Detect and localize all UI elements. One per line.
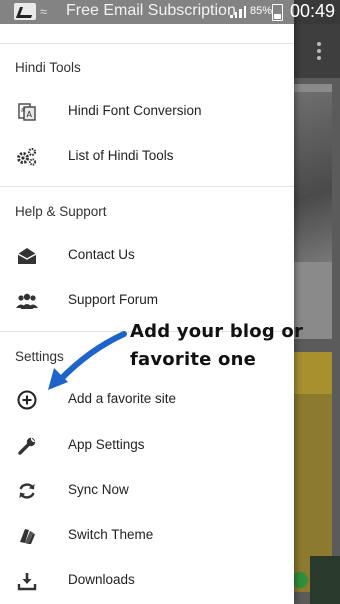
menu-item-label: Switch Theme	[68, 527, 154, 542]
menu-item-support-forum[interactable]: Support Forum	[0, 279, 294, 323]
wifi-icon: ≈	[40, 4, 48, 19]
menu-item-downloads[interactable]: Downloads	[0, 559, 294, 603]
status-bar: ≈ Free Email Subscription 85% 00:49	[0, 0, 340, 24]
menu-item-label: Support Forum	[68, 292, 159, 307]
menu-item-switch-theme[interactable]: Switch Theme	[0, 514, 294, 558]
menu-item-sync-now[interactable]: Sync Now	[0, 469, 294, 513]
battery-icon	[272, 4, 283, 21]
background-strip	[310, 556, 340, 604]
menu-item-app-settings[interactable]: App Settings	[0, 424, 294, 468]
signal-icon	[230, 6, 246, 18]
navigation-drawer: Hindi Tools Aअ Hindi Font Conversion Lis…	[0, 0, 294, 604]
divider	[0, 186, 294, 187]
menu-item-list-of-hindi-tools[interactable]: List of Hindi Tools	[0, 135, 294, 179]
section-header-hindi-tools: Hindi Tools	[15, 60, 81, 75]
background-card-image	[294, 92, 332, 262]
annotation-line: Add your blog or	[130, 321, 304, 342]
menu-item-label: List of Hindi Tools	[68, 148, 174, 163]
app-notification-icon	[14, 3, 36, 20]
svg-text:अ: अ	[21, 107, 26, 114]
battery-percent: 85%	[250, 5, 273, 17]
font-conversion-icon: Aअ	[16, 102, 38, 122]
menu-item-contact-us[interactable]: Contact Us	[0, 234, 294, 278]
wrench-icon	[16, 436, 38, 456]
menu-item-label: App Settings	[68, 437, 145, 452]
overflow-menu-icon[interactable]	[316, 42, 322, 60]
svg-text:A: A	[27, 110, 33, 119]
background-card	[294, 84, 332, 339]
section-header-help-support: Help & Support	[15, 204, 107, 219]
menu-item-hindi-font-conversion[interactable]: Aअ Hindi Font Conversion	[0, 90, 294, 134]
annotation-text: Add your blog or favorite one	[130, 318, 330, 374]
annotation-line: favorite one	[130, 349, 256, 370]
users-icon	[16, 291, 38, 311]
gears-icon	[16, 147, 38, 167]
add-circle-icon	[16, 390, 38, 410]
clock: 00:49	[290, 1, 336, 21]
envelope-icon	[16, 246, 38, 266]
menu-item-label: Contact Us	[68, 247, 135, 262]
menu-item-label: Hindi Font Conversion	[68, 103, 202, 118]
annotation-arrow-icon	[48, 331, 127, 390]
download-icon	[16, 571, 38, 591]
menu-item-label: Sync Now	[68, 482, 129, 497]
theme-icon	[16, 526, 38, 546]
background-fab	[292, 572, 308, 588]
divider	[0, 43, 294, 44]
sync-icon	[16, 481, 38, 501]
menu-item-label: Downloads	[68, 572, 135, 587]
notification-title: Free Email Subscription	[66, 2, 236, 19]
